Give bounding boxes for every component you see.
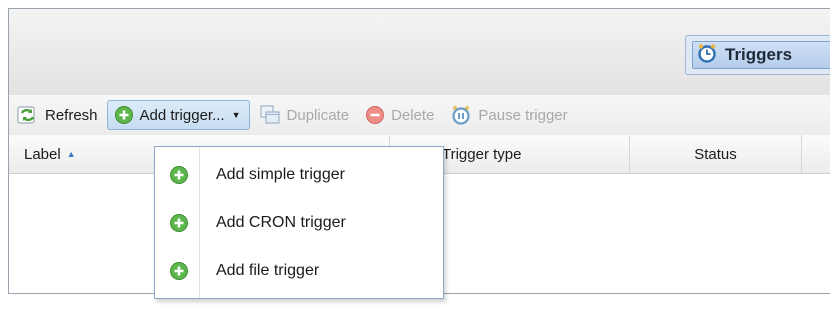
pause-trigger-label: Pause trigger (478, 106, 568, 124)
tab-triggers[interactable]: Triggers (685, 35, 830, 75)
menu-item-label: Add CRON trigger (216, 214, 346, 231)
delete-label: Delete (391, 106, 435, 124)
refresh-label: Refresh (45, 106, 98, 124)
column-status-header[interactable]: Status (629, 135, 801, 173)
delete-icon (365, 105, 385, 125)
duplicate-label: Duplicate (286, 106, 350, 124)
alarm-clock-icon (697, 43, 717, 68)
refresh-button[interactable]: Refresh (12, 100, 103, 130)
refresh-icon (17, 105, 39, 125)
add-trigger-label: Add trigger... (139, 106, 225, 124)
pause-clock-icon (450, 104, 472, 126)
add-trigger-button[interactable]: Add trigger... ▼ (106, 100, 250, 130)
add-icon (169, 261, 189, 286)
menu-item-add-file-trigger[interactable]: Add file trigger (155, 251, 443, 291)
column-label-header[interactable]: Label ▲ (24, 135, 154, 173)
duplicate-button[interactable]: Duplicate (254, 100, 355, 130)
add-icon (114, 105, 134, 125)
sort-ascending-icon: ▲ (66, 149, 76, 159)
duplicate-icon (259, 104, 281, 126)
add-trigger-menu: Add simple trigger Add CRON trigger Add … (154, 146, 444, 299)
menu-item-add-cron-trigger[interactable]: Add CRON trigger (155, 203, 443, 243)
menu-item-add-simple-trigger[interactable]: Add simple trigger (155, 155, 443, 195)
add-icon (169, 213, 189, 238)
tab-triggers-label: Triggers (725, 45, 793, 64)
panel-header: Triggers (9, 9, 830, 96)
add-icon (169, 165, 189, 190)
delete-button[interactable]: Delete (360, 100, 439, 130)
column-next-header[interactable] (801, 135, 830, 173)
toolbar: Refresh Add trigger... ▼ Duplicate Delet… (9, 95, 830, 136)
menu-item-label: Add file trigger (216, 262, 320, 279)
chevron-down-icon: ▼ (231, 110, 241, 120)
menu-item-label: Add simple trigger (216, 166, 345, 183)
pause-trigger-button[interactable]: Pause trigger (445, 100, 572, 130)
